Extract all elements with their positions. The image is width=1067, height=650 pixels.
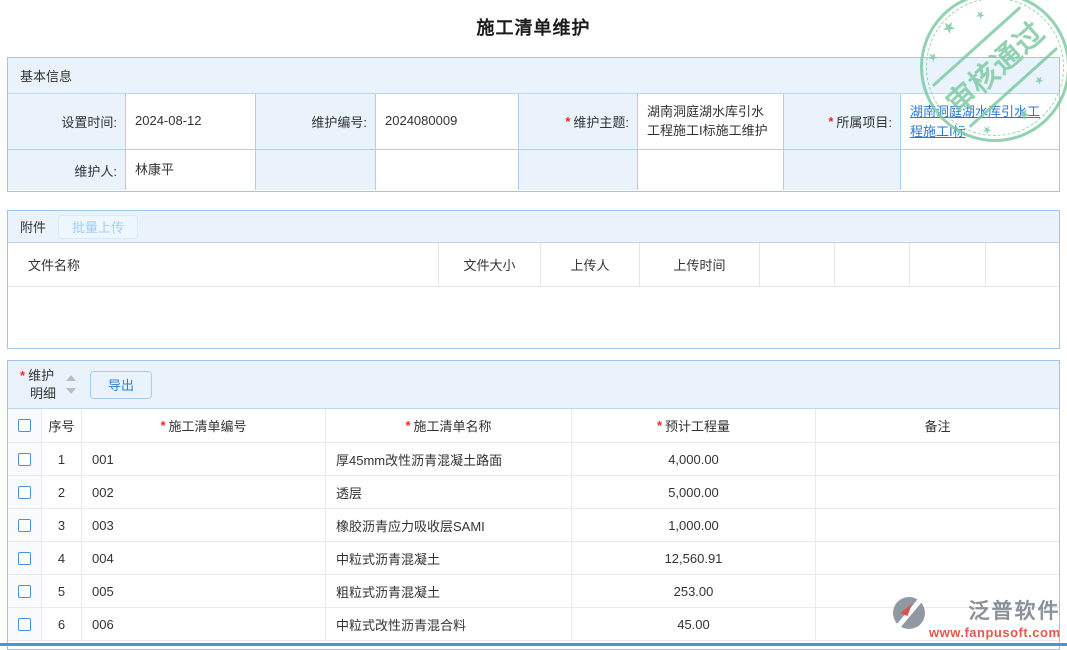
brand-watermark: 泛普软件 www.fanpusoft.com [893,595,1061,640]
row-checkbox[interactable] [18,453,31,466]
row-qty: 1,000.00 [572,509,816,542]
attachments-table-header: 文件名称 文件大小 上传人 上传时间 [8,243,1059,287]
row-code: 006 [82,608,326,641]
row-note [816,476,1059,509]
col-no: 序号 [42,409,82,443]
maintain-no-value: 2024080009 [376,94,519,150]
required-mark: * [565,114,570,129]
row-code: 005 [82,575,326,608]
collapse-spinner[interactable] [66,375,76,394]
col-empty [986,243,1059,287]
row-name: 粗粒式沥青混凝土 [326,575,572,608]
fanpu-logo-icon [893,597,925,629]
subject-value: 湖南洞庭湖水库引水工程施工I标施工维护 [638,94,784,150]
page: { "page": { "title": "施工清单维护", "required… [0,0,1067,646]
row-no: 4 [42,542,82,575]
row-name: 透层 [326,476,572,509]
row-qty: 45.00 [572,608,816,641]
col-file-name: 文件名称 [8,243,439,287]
batch-upload-button[interactable]: 批量上传 [58,215,138,239]
row-note [816,509,1059,542]
row-no: 6 [42,608,82,641]
table-row: 3 003 橡胶沥青应力吸收层SAMI 1,000.00 [8,509,1059,542]
empty-label-cell [784,150,901,190]
row-qty: 4,000.00 [572,443,816,476]
row-checkbox[interactable] [18,519,31,532]
table-row: 4 004 中粒式沥青混凝土 12,560.91 [8,542,1059,575]
chevron-down-icon[interactable] [66,388,76,394]
col-empty [835,243,910,287]
select-all-cell [8,409,42,443]
row-checkbox[interactable] [18,618,31,631]
project-value: 湖南洞庭湖水库引水工程施工I标 [901,94,1059,150]
empty-value-cell [901,150,1059,190]
empty-label-cell [256,150,376,190]
subject-label: * 维护主题: [519,94,638,150]
set-time-value: 2024-08-12 [126,94,256,150]
row-code: 004 [82,542,326,575]
required-mark: * [160,418,165,433]
detail-section-title: *维护 明细 [20,367,56,402]
row-no: 3 [42,509,82,542]
table-row: 2 002 透层 5,000.00 [8,476,1059,509]
col-uploader: 上传人 [541,243,640,287]
basic-info-grid: 设置时间: 2024-08-12 维护编号: 2024080009 * 维护主题… [8,94,1059,190]
row-no: 1 [42,443,82,476]
col-file-size: 文件大小 [439,243,541,287]
row-qty: 12,560.91 [572,542,816,575]
col-qty: * 预计工程量 [572,409,816,443]
col-code: * 施工清单编号 [82,409,326,443]
export-button[interactable]: 导出 [90,371,152,399]
maintain-no-label: 维护编号: [256,94,376,150]
row-code: 002 [82,476,326,509]
project-label: * 所属项目: [784,94,901,150]
col-name: * 施工清单名称 [326,409,572,443]
row-no: 2 [42,476,82,509]
set-time-label: 设置时间: [8,94,126,150]
basic-info-section-header: 基本信息 [8,58,1059,94]
col-empty [910,243,986,287]
row-name: 中粒式沥青混凝土 [326,542,572,575]
row-name: 中粒式改性沥青混合料 [326,608,572,641]
empty-label-cell [519,150,638,190]
row-note [816,443,1059,476]
attachments-panel: 附件 批量上传 文件名称 文件大小 上传人 上传时间 [7,210,1060,349]
basic-info-section-title: 基本信息 [20,66,72,85]
col-note: 备注 [816,409,1059,443]
row-code: 001 [82,443,326,476]
table-row: 1 001 厚45mm改性沥青混凝土路面 4,000.00 [8,443,1059,476]
col-upload-time: 上传时间 [640,243,760,287]
maintainer-label: 维护人: [8,150,126,190]
empty-value-cell [376,150,519,190]
brand-name: 泛普软件 [969,595,1061,625]
attachments-empty-body [8,287,1059,347]
required-mark: * [20,368,25,383]
row-checkbox[interactable] [18,585,31,598]
row-no: 5 [42,575,82,608]
row-note [816,542,1059,575]
basic-info-panel: 基本信息 设置时间: 2024-08-12 维护编号: 2024080009 *… [7,57,1060,192]
required-mark: * [405,418,410,433]
chevron-up-icon[interactable] [66,375,76,381]
select-all-checkbox[interactable] [18,419,31,432]
row-qty: 253.00 [572,575,816,608]
maintainer-value: 林康平 [126,150,256,190]
project-link[interactable]: 湖南洞庭湖水库引水工程施工I标 [910,102,1050,141]
brand-url: www.fanpusoft.com [929,625,1061,640]
detail-section-header: *维护 明细 导出 [8,361,1059,409]
attachments-section-header: 附件 批量上传 [8,211,1059,243]
row-checkbox[interactable] [18,486,31,499]
attachments-section-title: 附件 [20,217,46,236]
required-mark: * [828,114,833,129]
col-empty [760,243,835,287]
row-name: 厚45mm改性沥青混凝土路面 [326,443,572,476]
detail-table-header: 序号 * 施工清单编号 * 施工清单名称 * 预计工程量 备注 [8,409,1059,443]
row-name: 橡胶沥青应力吸收层SAMI [326,509,572,542]
required-mark: * [657,418,662,433]
row-checkbox[interactable] [18,552,31,565]
empty-value-cell [638,150,784,190]
row-qty: 5,000.00 [572,476,816,509]
page-title: 施工清单维护 [0,14,1067,40]
row-code: 003 [82,509,326,542]
